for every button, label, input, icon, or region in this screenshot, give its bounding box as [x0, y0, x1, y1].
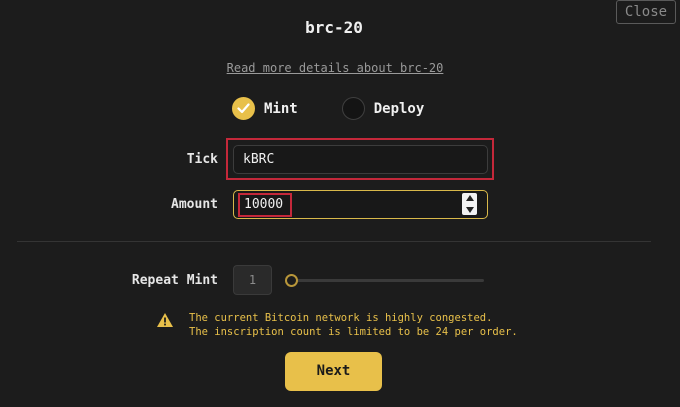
- amount-stepper[interactable]: [462, 193, 477, 215]
- warning-icon: [157, 313, 173, 327]
- deploy-label: Deploy: [373, 100, 425, 117]
- brc20-inscribe-dialog: Close brc-20 Read more details about brc…: [0, 0, 680, 407]
- amount-label: Amount: [171, 197, 218, 212]
- mint-radio[interactable]: [232, 97, 255, 120]
- dialog-title: brc-20: [305, 18, 363, 37]
- warning-line-2: The inscription count is limited to be 2…: [189, 326, 518, 338]
- repeat-slider-thumb[interactable]: [284, 274, 298, 287]
- deploy-option[interactable]: Deploy: [341, 97, 425, 120]
- amount-highlight-box: [238, 193, 292, 217]
- deploy-radio[interactable]: [341, 97, 365, 120]
- next-button[interactable]: Next: [285, 352, 382, 391]
- tick-label: Tick: [186, 152, 218, 167]
- mode-selector: Mint Deploy: [232, 97, 468, 120]
- warning-line-1: The current Bitcoin network is highly co…: [189, 312, 493, 324]
- tick-highlight-box: [226, 138, 494, 180]
- section-divider: [17, 241, 651, 242]
- congestion-warning: The current Bitcoin network is highly co…: [189, 311, 518, 339]
- stepper-down-icon[interactable]: [465, 207, 474, 213]
- checkmark-icon: [237, 103, 250, 114]
- mint-label: Mint: [264, 100, 298, 117]
- mint-option[interactable]: Mint: [232, 97, 298, 120]
- stepper-up-icon[interactable]: [465, 195, 474, 201]
- repeat-mint-label: Repeat Mint: [131, 273, 218, 288]
- repeat-count-input[interactable]: 1: [233, 265, 272, 295]
- repeat-slider-track[interactable]: [290, 279, 484, 282]
- read-more-link[interactable]: Read more details about brc-20: [0, 61, 670, 75]
